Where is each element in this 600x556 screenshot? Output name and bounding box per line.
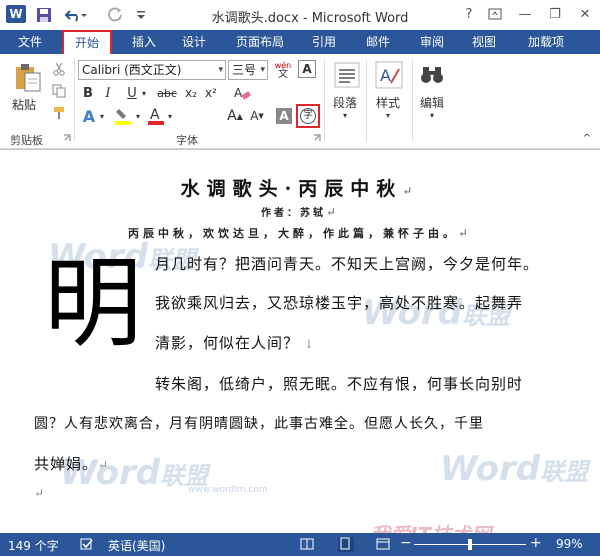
- cut-icon[interactable]: [50, 60, 68, 78]
- editing-dropdown-icon[interactable]: ▾: [427, 110, 437, 120]
- tab-insert[interactable]: 插入: [122, 30, 166, 54]
- poem-line: 圆？人有悲欢离合，月有阴晴圆缺，此事古难全。但愿人长久，千里: [34, 416, 484, 432]
- character-shading-button[interactable]: A: [276, 108, 292, 124]
- svg-text:A: A: [150, 107, 160, 123]
- paragraph-icon[interactable]: [333, 60, 361, 90]
- highlight-color-icon[interactable]: [112, 106, 134, 126]
- word-window: W 水调歌头.docx - Microsoft Word ? — ❐ ✕ 文件 …: [0, 0, 600, 556]
- shrink-font-button[interactable]: A ▼: [248, 106, 266, 126]
- restore-button[interactable]: ❐: [542, 3, 568, 25]
- tab-mailings[interactable]: 邮件: [356, 30, 400, 54]
- enclose-characters-button[interactable]: 字: [296, 104, 320, 128]
- grow-font-button[interactable]: A ▲: [226, 106, 244, 126]
- save-icon[interactable]: [34, 5, 54, 25]
- title-bar: W 水调歌头.docx - Microsoft Word ? — ❐ ✕: [0, 0, 600, 30]
- styles-dropdown-icon[interactable]: ▾: [383, 110, 393, 120]
- undo-icon[interactable]: [62, 5, 90, 25]
- zoom-in-button[interactable]: +: [530, 535, 542, 551]
- font-color-dropdown-icon[interactable]: ▾: [166, 110, 174, 122]
- paste-icon[interactable]: [10, 60, 46, 94]
- poem-line: 转朱阁，低绮户，照无眠。不应有恨，何事长向别时: [155, 375, 524, 393]
- phonetic-guide-button[interactable]: wén 文: [272, 58, 294, 82]
- italic-button[interactable]: I: [100, 84, 116, 102]
- zoom-level[interactable]: 99%: [556, 537, 583, 551]
- poem-preface: 丙辰中秋，欢饮达旦，大醉，作此篇，兼怀子由。↵: [127, 226, 473, 240]
- svg-text:A: A: [380, 66, 391, 85]
- window-title: 水调歌头.docx - Microsoft Word: [211, 11, 409, 26]
- watermark-logo: Word联盟: [440, 449, 589, 489]
- clipboard-launcher-icon[interactable]: [62, 132, 72, 144]
- group-separator: [412, 60, 413, 142]
- proofing-icon[interactable]: [80, 538, 94, 550]
- underline-dropdown-icon[interactable]: ▾: [140, 87, 148, 99]
- language-indicator[interactable]: 英语(美国): [108, 537, 165, 554]
- poem-line: 清影，何似在人间？ ↓: [155, 334, 315, 352]
- tab-addins[interactable]: 加载项: [518, 30, 574, 54]
- subscript-button[interactable]: x₂: [182, 84, 200, 102]
- paragraph-dropdown-icon[interactable]: ▾: [340, 110, 350, 120]
- styles-icon[interactable]: A: [374, 60, 404, 90]
- font-color-icon[interactable]: A: [146, 106, 166, 126]
- tab-home[interactable]: 开始: [62, 30, 112, 56]
- ribbon-display-options-icon[interactable]: [482, 3, 508, 25]
- tab-view[interactable]: 视图: [462, 30, 506, 54]
- ribbon-border: [0, 149, 600, 150]
- editing-label[interactable]: 编辑: [420, 94, 444, 111]
- font-launcher-icon[interactable]: [312, 132, 322, 144]
- strikethrough-button[interactable]: abc: [156, 84, 178, 102]
- print-layout-icon[interactable]: [338, 537, 354, 552]
- tab-file[interactable]: 文件: [0, 30, 60, 54]
- tab-review[interactable]: 审阅: [410, 30, 454, 54]
- group-separator: [74, 60, 75, 142]
- poem-line: 我欲乘风归去，又恐琼楼玉宇，高处不胜寒。起舞弄: [155, 294, 524, 312]
- minimize-button[interactable]: —: [512, 3, 538, 25]
- zoom-slider-thumb[interactable]: [468, 539, 472, 550]
- watermark-url: www.wordlm.com: [188, 485, 268, 495]
- text-effects-button[interactable]: A: [80, 106, 98, 126]
- ribbon-tabs: 文件 开始 插入 设计 页面布局 引用 邮件 审阅 视图 加载项: [0, 30, 600, 56]
- superscript-button[interactable]: x²: [202, 84, 220, 102]
- tab-page-layout[interactable]: 页面布局: [226, 30, 294, 54]
- web-layout-icon[interactable]: [376, 538, 390, 551]
- clear-formatting-icon[interactable]: A: [232, 84, 252, 102]
- tab-references[interactable]: 引用: [302, 30, 346, 54]
- underline-button[interactable]: U: [124, 84, 140, 102]
- clipboard-group-label: 剪贴板: [10, 134, 43, 147]
- bold-button[interactable]: B: [80, 84, 96, 102]
- svg-text:A: A: [234, 86, 243, 100]
- redo-icon[interactable]: [104, 5, 126, 25]
- document-area[interactable]: Word联盟 Word联盟 Word联盟 Word联盟 www.wordlm.c…: [0, 149, 600, 547]
- word-app-icon[interactable]: W: [6, 5, 26, 23]
- poem-line: 月几时有？把酒问青天。不知天上宫阙，今夕是何年。: [155, 255, 540, 273]
- poem-line: 共婵娟。↵: [34, 455, 110, 473]
- zoom-out-button[interactable]: −: [400, 535, 412, 551]
- collapse-ribbon-icon[interactable]: ^: [580, 132, 594, 144]
- drop-cap: 明: [44, 247, 143, 361]
- font-group-label: 字体: [176, 134, 198, 147]
- poem-author: 作者：苏轼↵: [260, 205, 340, 219]
- character-border-button[interactable]: A: [298, 60, 316, 78]
- ribbon-home: 粘贴 剪贴板 Calibri (西文正文) ▾ 三号 ▾ wén 文 A B I U …: [0, 54, 600, 149]
- word-count[interactable]: 149 个字: [8, 537, 59, 554]
- customize-qat-icon[interactable]: [134, 5, 148, 25]
- read-mode-icon[interactable]: [300, 538, 314, 551]
- paste-label[interactable]: 粘贴: [12, 96, 36, 113]
- format-painter-icon[interactable]: [50, 104, 68, 122]
- group-separator: [324, 60, 325, 142]
- copy-icon[interactable]: [50, 82, 68, 100]
- font-size-select[interactable]: 三号 ▾: [228, 60, 268, 80]
- status-bar: 149 个字 英语(美国) − + 99%: [0, 533, 600, 556]
- close-button[interactable]: ✕: [572, 3, 598, 25]
- styles-label[interactable]: 样式: [376, 94, 400, 111]
- text-effects-dropdown-icon[interactable]: ▾: [98, 110, 106, 122]
- poem-title: 水调歌头·丙辰中秋↵: [180, 178, 420, 200]
- paragraph-label[interactable]: 段落: [333, 94, 357, 111]
- help-button[interactable]: ?: [456, 3, 482, 25]
- group-separator: [366, 60, 367, 142]
- tab-design[interactable]: 设计: [172, 30, 216, 54]
- find-binoculars-icon[interactable]: [418, 60, 446, 90]
- highlight-dropdown-icon[interactable]: ▾: [134, 110, 142, 122]
- font-name-select[interactable]: Calibri (西文正文) ▾: [78, 60, 226, 80]
- paragraph-mark: ↵: [34, 486, 46, 500]
